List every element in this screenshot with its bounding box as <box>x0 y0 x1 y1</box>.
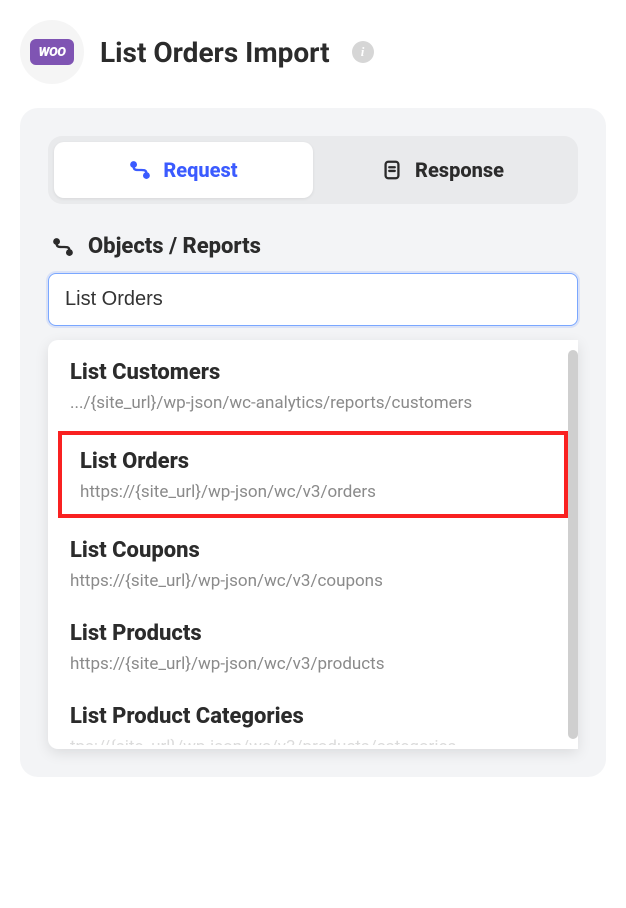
option-title: List Product Categories <box>70 704 556 729</box>
list-item[interactable]: List Orders https://{site_url}/wp-json/w… <box>58 431 568 518</box>
option-title: List Products <box>70 621 556 646</box>
tab-request[interactable]: Request <box>54 142 313 198</box>
search-input[interactable] <box>48 273 578 326</box>
page-title: List Orders Import <box>100 36 330 69</box>
option-url: https://{site_url}/wp-json/wc/v3/orders <box>80 482 546 502</box>
route-icon <box>52 236 74 258</box>
section-header: Objects / Reports <box>48 234 578 259</box>
tab-bar: Request Response <box>48 136 578 204</box>
list-item[interactable]: List Coupons https://{site_url}/wp-json/… <box>48 522 578 605</box>
options-dropdown[interactable]: List Customers .../{site_url}/wp-json/wc… <box>48 340 578 749</box>
woo-logo-icon: WOO <box>30 39 74 65</box>
option-url: https://{site_url}/wp-json/wc/v3/product… <box>70 654 556 674</box>
option-title: List Coupons <box>70 538 556 563</box>
list-item[interactable]: List Customers .../{site_url}/wp-json/wc… <box>48 344 578 427</box>
option-title: List Customers <box>70 360 556 385</box>
info-icon[interactable]: i <box>352 41 374 63</box>
list-item[interactable]: List Products https://{site_url}/wp-json… <box>48 605 578 688</box>
list-item[interactable]: List Product Categories tps://{site_url}… <box>48 688 578 745</box>
route-icon <box>129 159 151 181</box>
tab-request-label: Request <box>163 158 237 182</box>
app-logo-container: WOO <box>20 20 84 84</box>
option-url: tps://{site_url}/wp-json/wc/v3/products/… <box>70 737 556 745</box>
option-title: List Orders <box>80 449 546 474</box>
document-icon <box>381 159 403 181</box>
main-panel: Request Response Objects / Reports <box>20 108 606 777</box>
section-title: Objects / Reports <box>88 234 261 259</box>
tab-response-label: Response <box>415 158 504 182</box>
option-url: .../{site_url}/wp-json/wc-analytics/repo… <box>70 393 556 413</box>
page-header: WOO List Orders Import i <box>20 20 606 84</box>
option-url: https://{site_url}/wp-json/wc/v3/coupons <box>70 571 556 591</box>
tab-response[interactable]: Response <box>313 142 572 198</box>
